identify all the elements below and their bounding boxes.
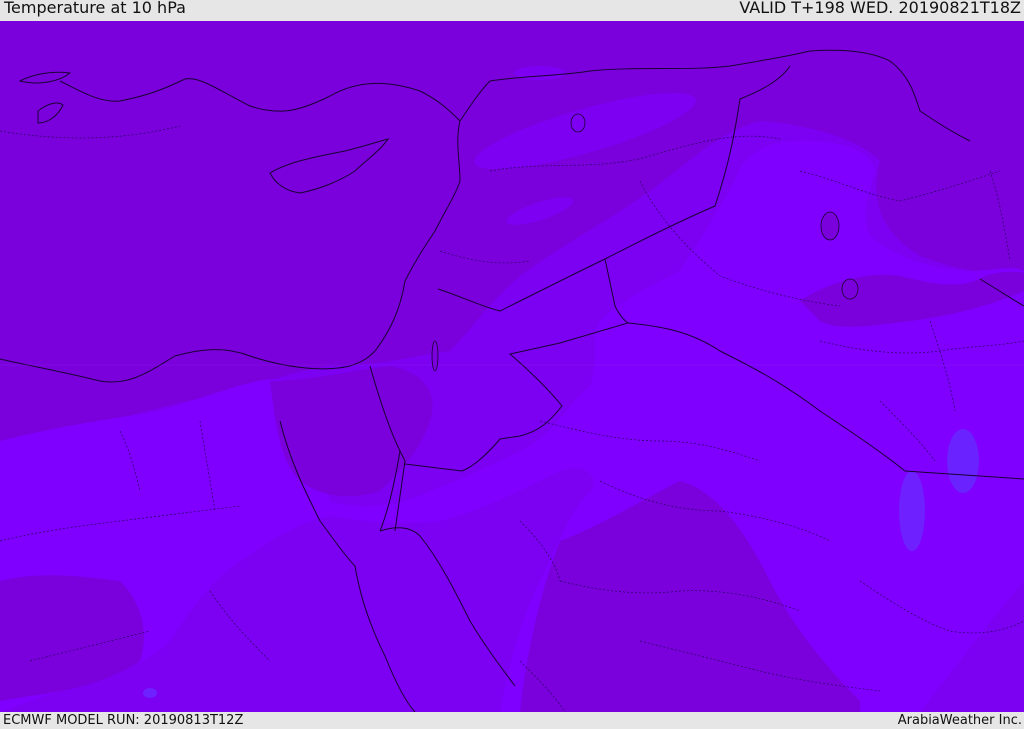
map-canvas[interactable]: [0, 21, 1024, 712]
field-cold-spot-1: [947, 429, 979, 493]
temperature-map: [0, 21, 1024, 712]
lake-2: [841, 278, 859, 300]
lake-3: [570, 113, 586, 133]
dead-sea: [431, 340, 439, 372]
valid-time: VALID T+198 WED. 20190821T18Z: [739, 0, 1021, 17]
credit: ArabiaWeather Inc.: [897, 713, 1022, 728]
lake-1: [820, 211, 840, 241]
field-cold-spot-3: [143, 688, 157, 698]
map-title: Temperature at 10 hPa: [4, 0, 186, 17]
header-bar: Temperature at 10 hPa VALID T+198 WED. 2…: [0, 0, 1024, 21]
model-run: ECMWF MODEL RUN: 20190813T12Z: [3, 713, 244, 728]
footer-bar: ECMWF MODEL RUN: 20190813T12Z ArabiaWeat…: [0, 712, 1024, 729]
field-cold-spot-2: [899, 471, 925, 551]
